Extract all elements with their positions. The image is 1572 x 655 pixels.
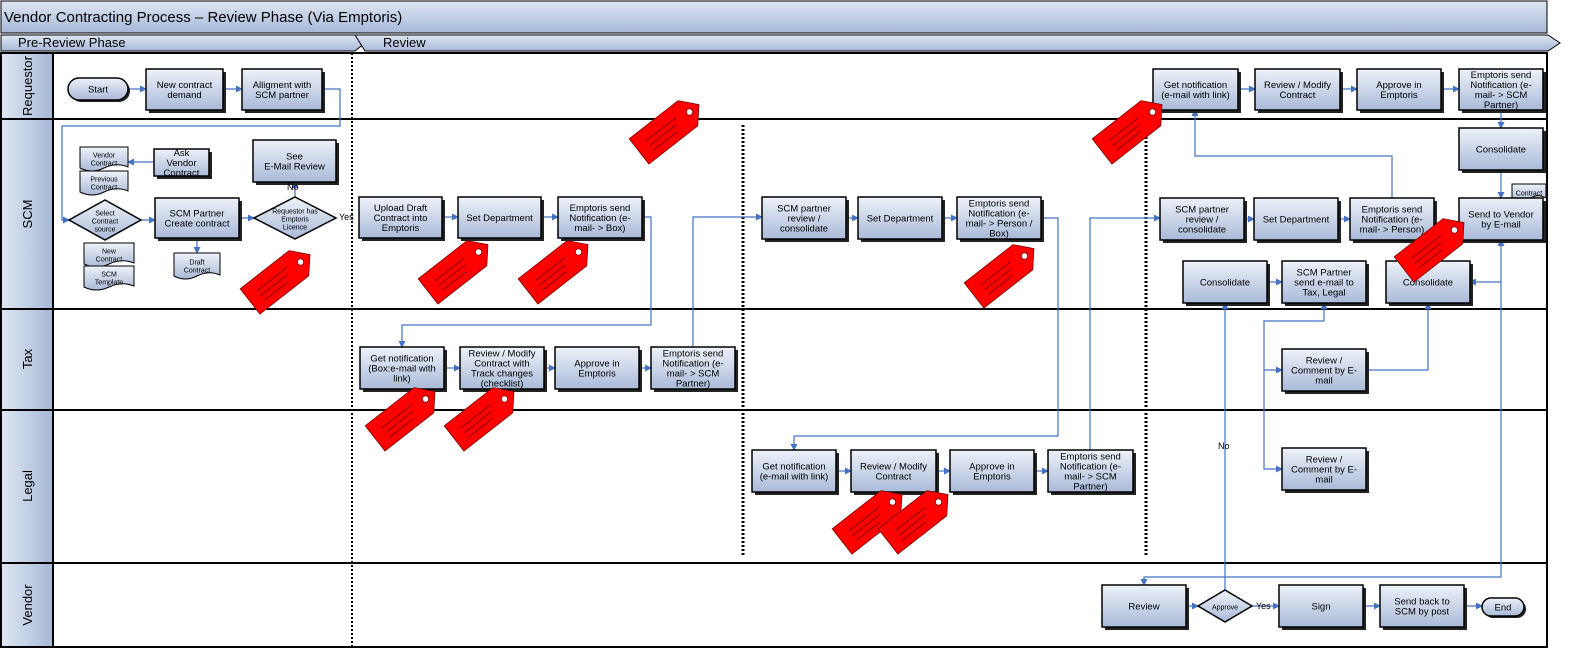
lane-label-scm: SCM xyxy=(20,200,35,229)
node-emptoris-notify-person-box: Emptoris send Notification (e-mail- > Per… xyxy=(956,196,1044,242)
node-set-dept-2-label: Set Department xyxy=(867,213,934,224)
phase-bar-review xyxy=(354,34,1561,52)
node-req-review-modify: Review / Modify Contract xyxy=(1254,68,1343,113)
lane-label-legal: Legal xyxy=(20,470,35,502)
node-scm-send-tax-legal: SCM Partner send e-mail to Tax, Legal xyxy=(1281,260,1369,306)
node-vendor-review-label: Review xyxy=(1128,601,1159,612)
node-set-dept-1-label: Set Department xyxy=(466,213,533,224)
node-send-back-post: Send back to SCM by post xyxy=(1379,584,1467,630)
node-req-get-notification: Get notification (e-mail with link) xyxy=(1152,68,1241,113)
node-select-source-label: Select Contract source xyxy=(92,210,119,233)
node-legal-get-notification-label: Get notification (e-mail with link) xyxy=(760,461,829,482)
node-alignment-label: Alligment with SCM partner xyxy=(253,80,312,101)
node-set-dept-2: Set Department xyxy=(857,196,945,242)
node-scm-review-consolidate-1: SCM partner review / consolidate xyxy=(761,196,849,242)
node-emptoris-notify-box-label: Emptoris send Notification (e-mail- > Box… xyxy=(569,203,630,234)
node-see-email-review: See E-Mail Review xyxy=(252,139,339,185)
node-end-label: End xyxy=(1495,602,1512,613)
label-no-approve: No xyxy=(1218,441,1230,451)
node-legal-review-modify: Review / Modify Contract xyxy=(850,449,939,495)
node-vendor-contract-doc-label: Vendor Contract xyxy=(91,152,118,167)
node-req-get-notification-label: Get notification (e-mail with link) xyxy=(1161,80,1230,101)
node-set-dept-1: Set Department xyxy=(457,196,544,241)
node-consolidate-left: Consolidate xyxy=(1182,260,1270,306)
lane-label-requestor: Requestor xyxy=(20,55,35,116)
phase-label-review: Review xyxy=(383,35,426,50)
vendor-contracting-diagram: Vendor Contracting Process – Review Phas… xyxy=(0,0,1561,648)
node-previous-contract-doc-label: Previous Contract xyxy=(90,176,118,191)
node-send-back-post-label: Send back to SCM by post xyxy=(1394,596,1449,617)
node-set-dept-3: Set Department xyxy=(1253,197,1341,243)
node-ask-vendor: Ask Vendor Contract xyxy=(153,148,212,179)
node-send-to-vendor: Send to Vendor by E-mail xyxy=(1458,197,1546,243)
phase-label-pre-review: Pre-Review Phase xyxy=(18,35,126,50)
node-vendor-approve-label: Approve xyxy=(1212,604,1238,611)
node-end: End xyxy=(1481,597,1526,618)
node-consolidate-left-label: Consolidate xyxy=(1200,277,1250,288)
node-emptoris-notify-person-label: Emptoris send Notification (e-mail- > Per… xyxy=(1360,204,1425,235)
node-vendor-sign: Sign xyxy=(1278,584,1366,630)
node-vendor-sign-label: Sign xyxy=(1311,601,1330,612)
node-tax-review-comment: Review / Comment by E-mail xyxy=(1281,348,1369,394)
node-alignment: Alligment with SCM partner xyxy=(241,68,325,113)
node-start: Start xyxy=(67,77,130,102)
node-scm-partner-create: SCM Partner Create contract xyxy=(154,197,242,241)
node-set-dept-3-label: Set Department xyxy=(1263,214,1330,225)
label-yes-approve: Yes xyxy=(1256,601,1271,611)
node-legal-approve-label: Approve in Emptoris xyxy=(969,461,1014,482)
node-legal-get-notification: Get notification (e-mail with link) xyxy=(751,449,839,495)
node-consolidate-top-label: Consolidate xyxy=(1476,144,1526,155)
node-new-contract-demand: New contract demand xyxy=(145,68,226,113)
node-emptoris-notify-box: Emptoris send Notification (e-mail- > Box… xyxy=(557,196,645,241)
lane-label-vendor: Vendor xyxy=(20,584,35,626)
node-legal-emptoris-notify: Emptoris send Notification (e-mail- > SCM… xyxy=(1047,449,1136,495)
node-req-approve: Approve in Emptoris xyxy=(1356,68,1444,113)
node-tax-emptoris-notify: Emptoris send Notification (e-mail- > SCM… xyxy=(650,346,738,392)
node-req-emptoris-notify: Emptoris send Notification (e-mail- > SCM… xyxy=(1458,68,1546,113)
node-contract-doc-label: Contract xyxy=(1516,190,1543,197)
node-tax-review-modify: Review / Modify Contract with Track change… xyxy=(459,346,547,392)
node-legal-review-comment: Review / Comment by E-mail xyxy=(1281,447,1369,493)
label-no-licence: No xyxy=(287,182,299,192)
node-scm-review-consolidate-2: SCM partner review / consolidate xyxy=(1159,197,1247,243)
node-upload-draft: Upload Draft Contract into Emptoris xyxy=(358,196,445,241)
lane-label-tax: Tax xyxy=(20,348,35,369)
node-start-label: Start xyxy=(88,84,108,95)
node-tax-approve: Approve in Emptoris xyxy=(554,346,642,392)
diagram-title: Vendor Contracting Process – Review Phas… xyxy=(4,9,402,26)
node-tax-approve-label: Approve in Emptoris xyxy=(574,358,619,379)
node-req-approve-label: Approve in Emptoris xyxy=(1376,80,1421,101)
node-vendor-review: Review xyxy=(1101,584,1189,630)
label-yes-licence: Yes xyxy=(339,212,354,222)
node-consolidate-right-label: Consolidate xyxy=(1403,277,1453,288)
node-scm-partner-create-label: SCM Partner Create contract xyxy=(165,208,230,229)
node-tax-get-notification: Get notification (Box:e-mail with link) xyxy=(359,346,447,392)
node-consolidate-top: Consolidate xyxy=(1458,127,1546,173)
node-scm-send-tax-legal-label: SCM Partner send e-mail to Tax, Legal xyxy=(1294,267,1354,298)
node-legal-approve: Approve in Emptoris xyxy=(949,449,1037,495)
